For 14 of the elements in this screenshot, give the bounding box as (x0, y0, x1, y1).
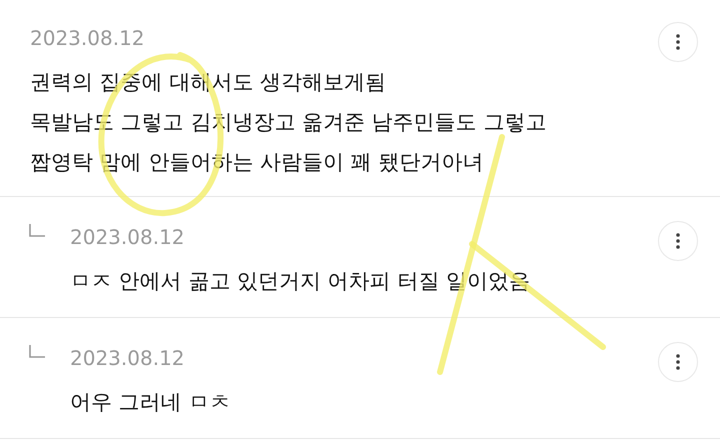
comment-date: 2023.08.12 (70, 224, 186, 251)
comment-text: 목발남도 그렇고 김치냉장고 옮겨준 남주민들도 그렇고 (30, 109, 548, 136)
comment-date: 2023.08.12 (70, 345, 186, 372)
more-icon (676, 233, 680, 249)
more-options-button[interactable] (658, 22, 698, 62)
more-options-button[interactable] (658, 221, 698, 261)
comment-date: 2023.08.12 (30, 25, 146, 52)
comment-text: 어우 그러네 ㅁㅊ (70, 389, 232, 416)
comment-text: ㅁㅈ 안에서 곪고 있던거지 어차피 터질 일이었음 (70, 268, 532, 295)
more-options-button[interactable] (658, 342, 698, 382)
more-icon (676, 34, 680, 50)
comment-text: 짭영탁 맘에 안들어하는 사람들이 꽤 됐단거아녀 (30, 149, 484, 176)
comment-text: 권력의 집중에 대해서도 생각해보게됨 (30, 69, 388, 96)
more-icon (676, 354, 680, 370)
